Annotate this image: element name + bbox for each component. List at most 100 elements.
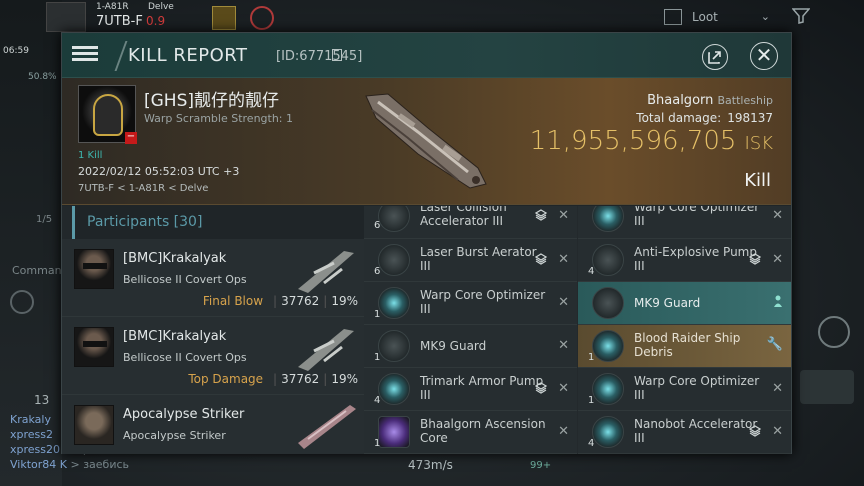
close-button[interactable]: ✕	[750, 42, 778, 70]
ship-icon-right[interactable]	[800, 370, 854, 404]
close-icon: ✕	[558, 424, 569, 439]
participant-name: [BMC]Krakalyak	[123, 329, 227, 344]
total-damage: Total damage: 198137	[636, 111, 773, 125]
filter-icon[interactable]	[792, 8, 810, 24]
participant-row[interactable]: [BMC]Krakalyak Bellicose II Covert Ops F…	[62, 239, 364, 317]
laser-icon	[378, 206, 410, 232]
header-divider	[102, 41, 128, 71]
pilot-avatar[interactable]	[46, 2, 86, 32]
module-row-dropped[interactable]: MK9 Guard	[578, 282, 791, 325]
module-row-debris[interactable]: 1 Blood Raider Ship Debris 🔧	[578, 325, 791, 368]
hud-percent: 50.8%	[28, 72, 57, 82]
module-row[interactable]: 6 Laser Collision Accelerator III ✕	[364, 206, 577, 239]
victim-banner: − [GHS]靓仔的靓仔 Warp Scramble Strength: 1 1…	[62, 78, 791, 205]
kill-result: Kill	[744, 170, 771, 191]
ascension-core-icon	[378, 416, 410, 448]
chevron-down-icon: ⌄	[760, 10, 770, 23]
victim-portrait[interactable]: −	[78, 85, 137, 144]
laser-icon	[378, 244, 410, 276]
hud-time: 06:59	[3, 46, 29, 56]
negative-standing-icon: −	[125, 131, 137, 144]
module-row[interactable]: 4 Trimark Armor Pump III ✕	[364, 368, 577, 411]
settings-circle-icon[interactable]	[10, 290, 34, 314]
layers-icon[interactable]	[535, 382, 547, 394]
debris-icon	[592, 330, 624, 362]
victim-name[interactable]: [GHS]靓仔的靓仔	[144, 86, 279, 111]
external-link-icon[interactable]	[702, 44, 728, 70]
hud-region: Delve	[148, 2, 174, 12]
person-icon	[774, 295, 782, 307]
participant-name: [BMC]Krakalyak	[123, 251, 227, 266]
chat-line: Viktor84 K > заебись	[10, 458, 130, 471]
pump-icon	[592, 244, 624, 276]
participant-ship: Bellicose II Covert Ops	[123, 273, 247, 286]
participants-header[interactable]: Participants [30]	[72, 206, 364, 239]
participant-name: Apocalypse Striker	[123, 407, 245, 422]
participant-ship: Apocalypse Striker	[123, 429, 226, 442]
module-row[interactable]: 1 Warp Core Optimizer III ✕	[578, 368, 791, 411]
armor-pump-icon	[378, 373, 410, 405]
loot-dropdown[interactable]: Loot ⌄	[658, 6, 778, 28]
participant-avatar[interactable]	[74, 249, 114, 289]
module-row[interactable]: 1 MK9 Guard ✕	[364, 325, 577, 368]
participant-row[interactable]: [BMC]Krakalyak Bellicose II Covert Ops T…	[62, 317, 364, 395]
target-icon[interactable]	[250, 6, 274, 30]
layers-icon[interactable]	[535, 209, 547, 221]
modules-panel[interactable]: 6 Laser Collision Accelerator III ✕ 6 Las…	[364, 206, 791, 454]
loot-box-icon	[664, 9, 682, 25]
modules-column-right: Warp Core Optimizer III ✕ 4 Anti-Explosiv…	[578, 206, 791, 454]
warp-core-icon	[592, 206, 624, 232]
close-icon: ✕	[772, 208, 783, 223]
speed-readout: 473m/s	[408, 458, 453, 472]
participant-ship-icon	[298, 329, 354, 371]
participant-ship: Bellicose II Covert Ops	[123, 351, 247, 364]
loot-label: Loot	[692, 10, 718, 24]
window-header: KILL REPORT [ID:6771545] ✕	[62, 33, 791, 78]
close-icon: ✕	[772, 424, 783, 439]
wrench-icon: 🔧	[766, 337, 783, 352]
module-row[interactable]: 1 Warp Core Optimizer III ✕	[364, 282, 577, 325]
layers-icon[interactable]	[749, 425, 761, 437]
bottom-badge: 99+	[530, 460, 552, 471]
participant-ship-icon	[298, 251, 354, 293]
corp-icon[interactable]	[212, 6, 236, 30]
kill-report-window: KILL REPORT [ID:6771545] ✕ − [GHS]靓仔的靓仔 …	[61, 32, 792, 454]
close-icon: ✕	[772, 381, 783, 396]
warp-core-icon	[378, 287, 410, 319]
module-row[interactable]: Warp Core Optimizer III ✕	[578, 206, 791, 239]
toggle-circle-icon[interactable]	[818, 316, 850, 348]
participant-ship-icon	[298, 405, 356, 449]
kill-location[interactable]: 7UTB-F < 1-A81R < Delve	[78, 183, 208, 194]
participant-avatar[interactable]	[74, 405, 114, 445]
victim-ship-image[interactable]	[358, 88, 498, 198]
participant-row[interactable]: Apocalypse Striker Apocalypse Striker	[62, 395, 364, 454]
hood-figure	[93, 94, 123, 136]
copy-icon[interactable]	[332, 49, 342, 61]
close-icon: ✕	[558, 208, 569, 223]
victim-ship-name[interactable]: Bhaalgorn Battleship	[647, 93, 773, 108]
command-label[interactable]: Comman	[12, 264, 62, 277]
layers-icon[interactable]	[535, 253, 547, 265]
hud-system-code[interactable]: 7UTB-F	[96, 14, 143, 29]
hud-security: 0.9	[146, 14, 166, 28]
isk-value: 11,955,596,705 ISK	[529, 126, 773, 156]
kill-id: [ID:6771545]	[276, 49, 363, 64]
modules-column-left: 6 Laser Collision Accelerator III ✕ 6 Las…	[364, 206, 577, 454]
menu-icon[interactable]	[72, 43, 98, 67]
layers-icon[interactable]	[749, 253, 761, 265]
module-row[interactable]: 1 Bhaalgorn Ascension Core ✕	[364, 411, 577, 454]
hud-system: 1-A81R	[96, 2, 129, 12]
close-icon: ✕	[772, 252, 783, 267]
participant-stats: Final Blow | 37762 | 19%	[202, 294, 358, 308]
close-icon: ✕	[558, 295, 569, 310]
warp-scramble: Warp Scramble Strength: 1	[144, 112, 294, 125]
victim-kills: 1 Kill	[78, 150, 103, 161]
module-row[interactable]: 4 Nanobot Accelerator III ✕	[578, 411, 791, 454]
close-icon: ✕	[558, 252, 569, 267]
module-row[interactable]: 6 Laser Burst Aerator III ✕	[364, 239, 577, 282]
module-row[interactable]: 4 Anti-Explosive Pump III ✕	[578, 239, 791, 282]
kill-datetime: 2022/02/12 05:52:03 UTC +3	[78, 165, 240, 178]
participants-panel[interactable]: Participants [30] [BMC]Krakalyak Bellico…	[62, 206, 364, 454]
nanobot-icon	[592, 416, 624, 448]
participant-avatar[interactable]	[74, 327, 114, 367]
